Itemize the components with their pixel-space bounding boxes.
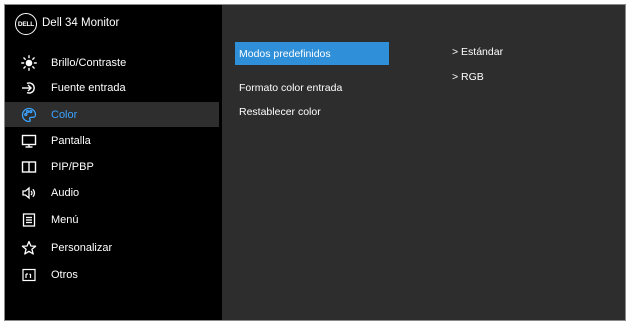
menu-item-menu[interactable]: Menú	[5, 207, 222, 232]
menu-item-label: Pantalla	[51, 134, 91, 147]
color-palette-icon	[20, 106, 38, 124]
others-icon	[20, 266, 38, 284]
submenu-value-preset-mode: > Estándar	[452, 46, 504, 58]
audio-icon	[20, 184, 38, 202]
submenu-value-input-color-format: > RGB	[452, 71, 484, 83]
menu-item-pip-pbp[interactable]: PIP/PBP	[5, 154, 222, 179]
display-icon	[20, 132, 38, 150]
menu-item-label: Color	[51, 108, 78, 121]
menu-item-color[interactable]: Color	[5, 102, 219, 127]
menu-item-audio[interactable]: Audio	[5, 180, 222, 205]
menu-item-label: Fuente entrada	[51, 81, 126, 94]
menu-item-pantalla[interactable]: Pantalla	[5, 128, 222, 153]
input-source-icon	[20, 79, 38, 97]
menu-item-label: Menú	[51, 213, 79, 226]
menu-item-fuente-entrada[interactable]: Fuente entrada	[5, 75, 222, 100]
menu-item-personalizar[interactable]: Personalizar	[5, 235, 222, 260]
monitor-osd: DELL Dell 34 Monitor Brillo/Contraste Fu…	[4, 4, 626, 321]
osd-header: DELL Dell 34 Monitor	[5, 5, 222, 43]
osd-submenu-panel: Modos predefinidos > Estándar Formato co…	[222, 5, 625, 320]
monitor-title: Dell 34 Monitor	[42, 17, 120, 29]
submenu-item-formato-color-entrada[interactable]: Formato color entrada	[235, 76, 389, 99]
menu-item-label: Personalizar	[51, 241, 113, 254]
submenu-item-label: Restablecer color	[239, 105, 321, 118]
menu-item-label: Brillo/Contraste	[51, 56, 127, 69]
submenu-item-label: Modos predefinidos	[239, 47, 331, 60]
submenu-item-modos-predefinidos[interactable]: Modos predefinidos	[235, 42, 389, 65]
menu-item-otros[interactable]: Otros	[5, 262, 222, 287]
menu-item-label: PIP/PBP	[51, 160, 94, 173]
star-icon	[20, 239, 38, 257]
dell-logo: DELL	[15, 13, 37, 35]
pip-pbp-icon	[20, 158, 38, 176]
menu-item-brillo-contraste[interactable]: Brillo/Contraste	[5, 50, 222, 75]
submenu-item-restablecer-color[interactable]: Restablecer color	[235, 100, 389, 123]
brightness-icon	[20, 54, 38, 72]
menu-item-label: Otros	[51, 268, 78, 281]
osd-main-menu: DELL Dell 34 Monitor Brillo/Contraste Fu…	[5, 5, 222, 320]
menu-icon	[20, 211, 38, 229]
menu-item-label: Audio	[51, 186, 80, 199]
submenu-item-label: Formato color entrada	[239, 81, 343, 94]
